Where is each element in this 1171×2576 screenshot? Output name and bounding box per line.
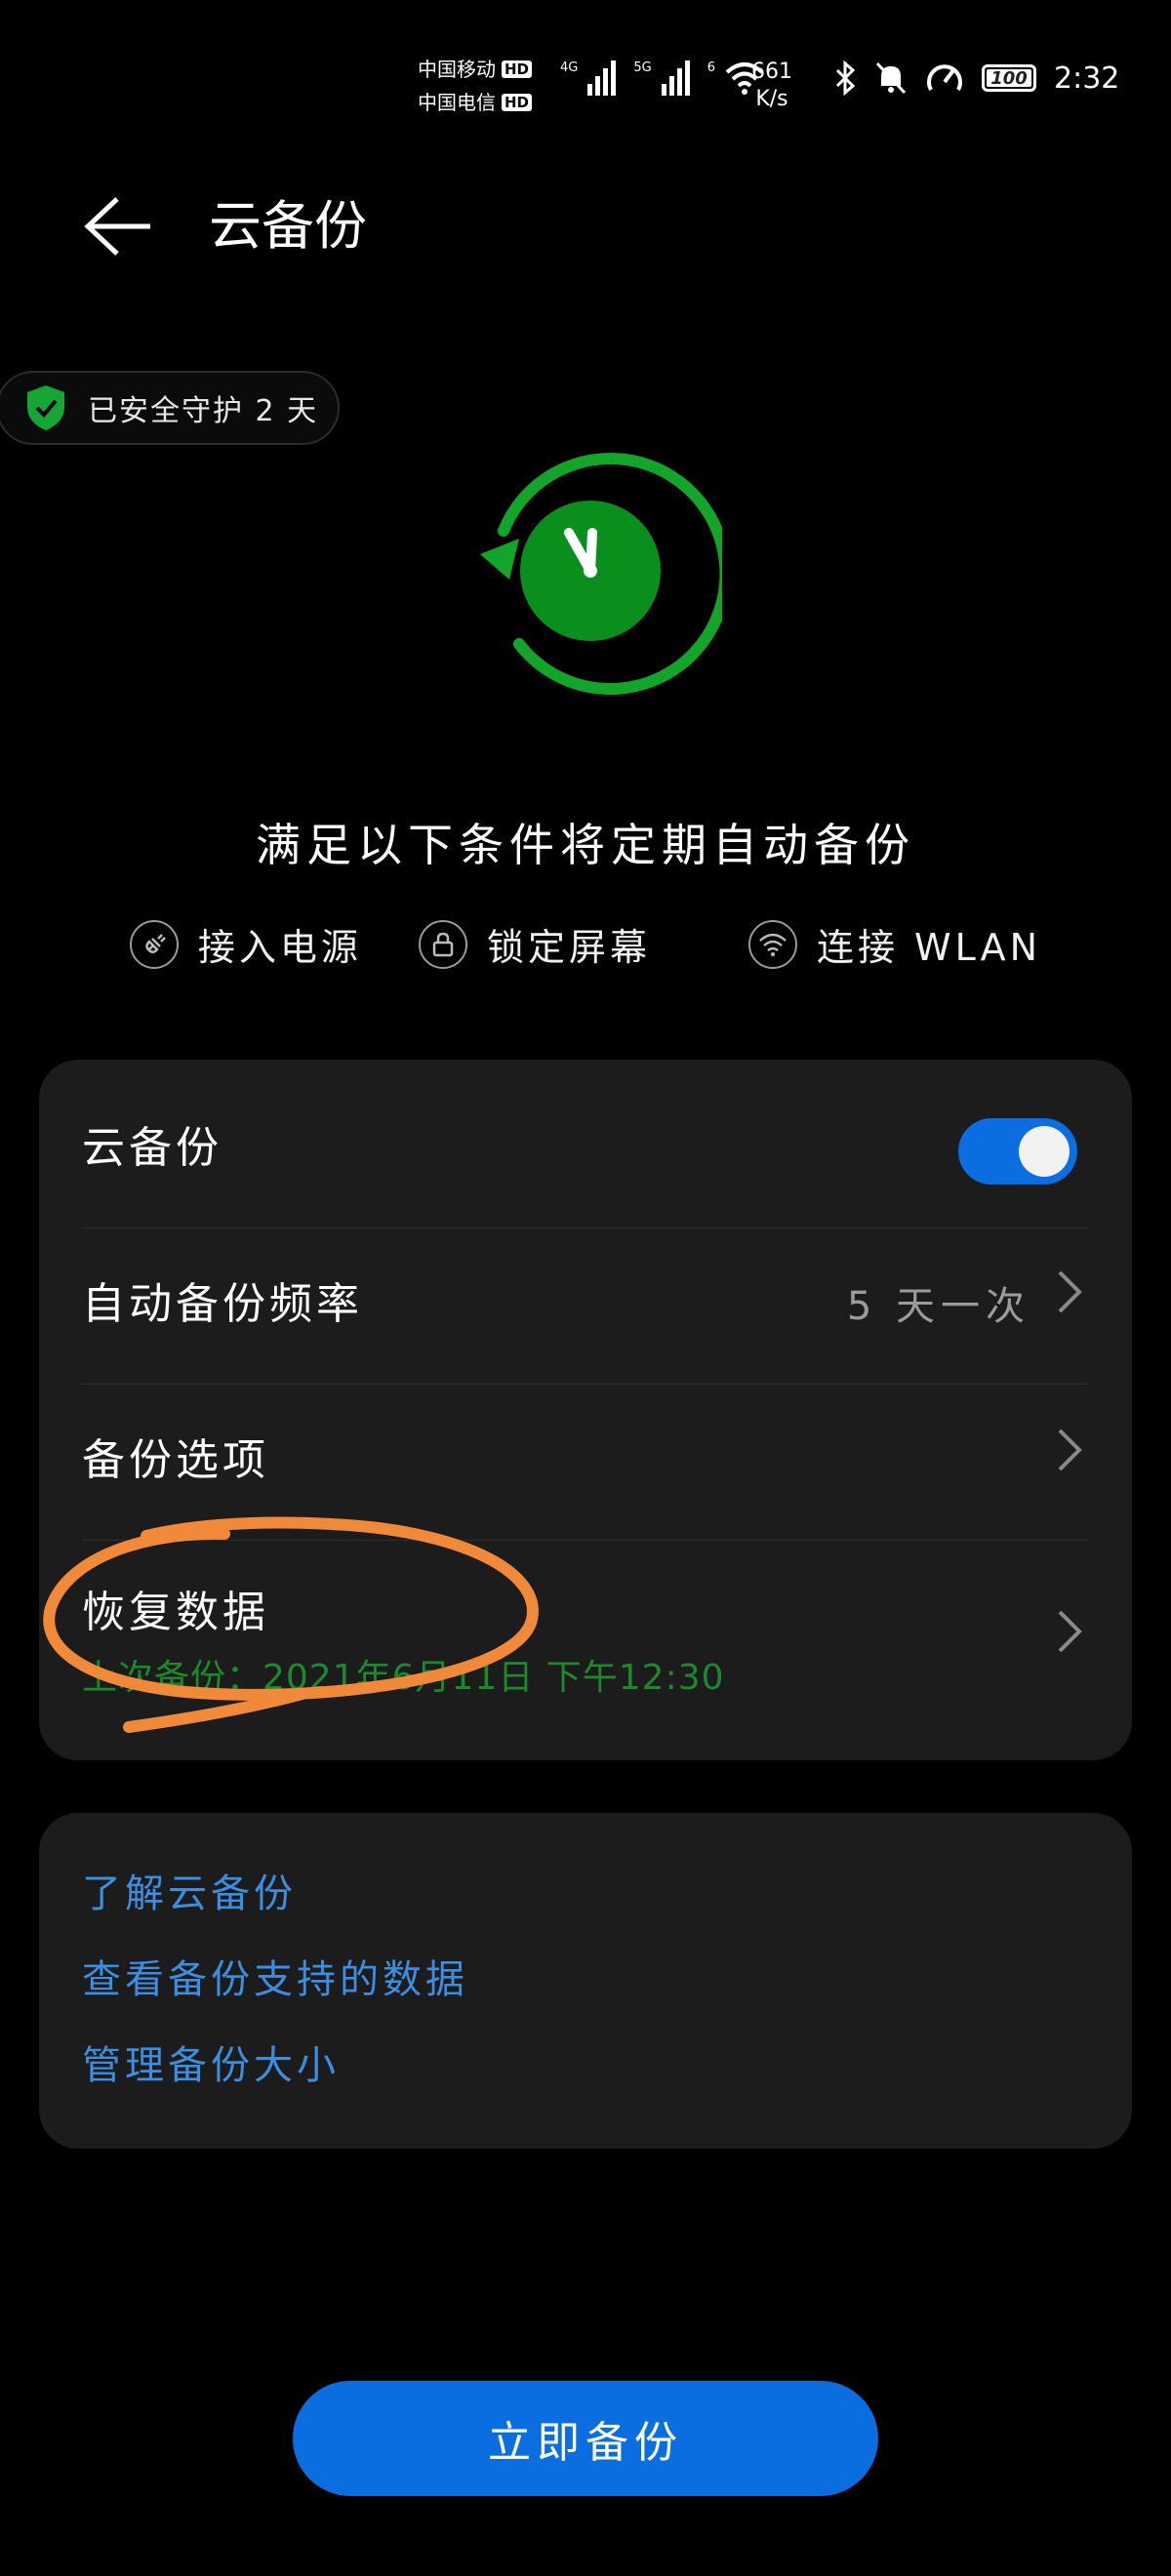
bluetooth-icon — [835, 60, 856, 96]
page-title: 云备份 — [209, 195, 367, 257]
frequency-label: 自动备份频率 — [82, 1279, 363, 1329]
cloud-backup-label: 云备份 — [82, 1123, 222, 1173]
status-icons: 100 2:32 — [833, 60, 1119, 96]
chevron-right-icon — [1058, 1610, 1082, 1653]
backup-options-row[interactable]: 备份选项 — [82, 1425, 1089, 1487]
last-backup-time: 上次备份：2021年6月11日 下午12:30 — [82, 1658, 725, 1698]
signal-indicators: 4G 5G 6 — [560, 60, 764, 96]
signal-2-bars-icon — [661, 60, 690, 96]
hd-badge: HD — [502, 60, 533, 78]
signal-1-bars-icon — [587, 60, 617, 96]
frequency-value: 5 天一次 — [846, 1284, 1030, 1329]
chevron-right-icon — [1058, 1270, 1082, 1313]
restore-data-row[interactable]: 恢复数据 上次备份：2021年6月11日 下午12:30 — [82, 1577, 1089, 1700]
battery-level: 100 — [990, 67, 1028, 89]
link-manage-backup-size[interactable]: 管理备份大小 — [82, 2033, 340, 2090]
net-speed: 661 K/s — [751, 59, 792, 113]
back-arrow-icon[interactable] — [80, 191, 158, 269]
backup-clock-icon — [480, 453, 722, 695]
condition-power: 接入电源 — [129, 917, 362, 971]
lock-icon — [418, 919, 467, 969]
speedometer-icon — [927, 64, 962, 91]
condition-power-label: 接入电源 — [197, 926, 362, 969]
conditions-title: 满足以下条件将定期自动备份 — [256, 819, 915, 871]
signal-2-label: 5G — [633, 60, 652, 75]
protection-status-badge: 已安全守护 2 天 — [0, 371, 340, 445]
clock-time: 2:32 — [1054, 60, 1120, 96]
plug-icon — [129, 919, 179, 969]
wifi-label: 6 — [707, 60, 715, 75]
backup-settings-card: 云备份 自动备份频率 5 天一次 备份选项 恢复数据 上次备份：2021年6月1… — [39, 1060, 1132, 1760]
carrier-1: 中国移动 — [418, 58, 496, 81]
backup-options-label: 备份选项 — [82, 1435, 269, 1485]
cloud-backup-toggle[interactable] — [958, 1118, 1077, 1185]
condition-lock: 锁定屏幕 — [418, 917, 651, 971]
conditions-list: 接入电源 锁定屏幕 连接 WLAN — [0, 917, 1171, 971]
signal-1-label: 4G — [560, 60, 579, 75]
protection-days-text: 已安全守护 2 天 — [88, 394, 319, 428]
cloud-backup-row[interactable]: 云备份 — [82, 1112, 1089, 1175]
condition-lock-label: 锁定屏幕 — [486, 926, 651, 969]
chevron-right-icon — [1058, 1429, 1082, 1471]
battery-icon: 100 — [982, 64, 1036, 92]
net-speed-value: 661 — [751, 60, 792, 84]
condition-wlan-label: 连接 WLAN — [816, 926, 1042, 969]
shield-icon — [27, 385, 64, 430]
net-speed-unit: K/s — [755, 87, 788, 111]
condition-wlan: 连接 WLAN — [747, 917, 1042, 971]
help-links-card: 了解云备份 查看备份支持的数据 管理备份大小 — [39, 1813, 1132, 2149]
backup-now-button[interactable]: 立即备份 — [293, 2381, 878, 2496]
divider — [82, 1540, 1089, 1541]
wifi-icon — [747, 919, 797, 969]
link-learn-cloud-backup[interactable]: 了解云备份 — [82, 1862, 297, 1918]
restore-data-label: 恢复数据 — [82, 1588, 269, 1637]
hd-badge: HD — [502, 94, 533, 111]
carrier-info: 中国移动 HD 中国电信 HD — [418, 53, 554, 119]
link-supported-data[interactable]: 查看备份支持的数据 — [82, 1948, 468, 2004]
carrier-2: 中国电信 — [418, 91, 496, 114]
divider — [82, 1384, 1089, 1385]
mute-bell-icon — [875, 61, 907, 95]
